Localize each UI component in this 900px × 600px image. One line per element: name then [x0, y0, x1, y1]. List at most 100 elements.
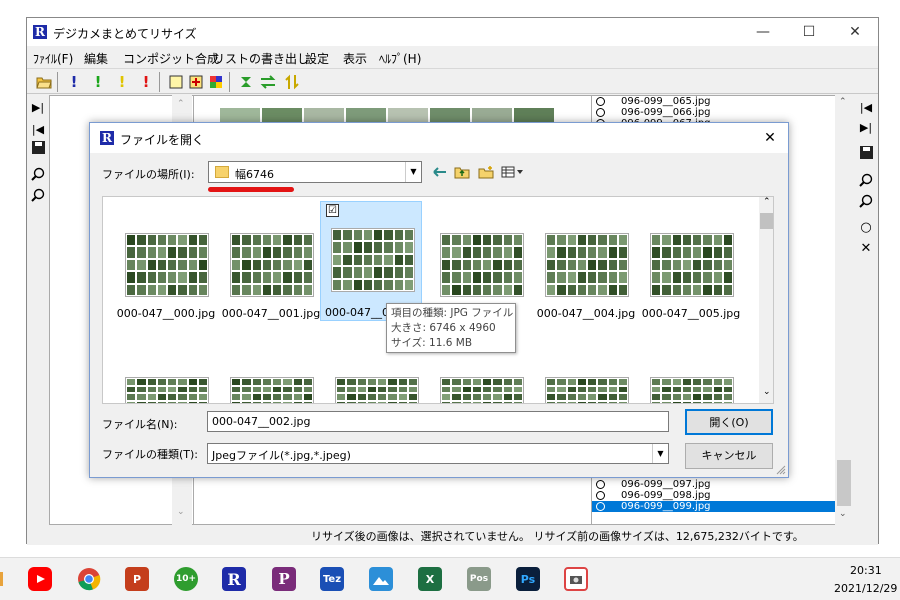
- file-browser-list[interactable]: 000-047__000.jpg 000-047__001.jpg ☑ 000-…: [102, 196, 774, 404]
- zoom-in-icon[interactable]: [857, 171, 875, 189]
- priority-yellow-icon[interactable]: !: [113, 73, 131, 91]
- file-browser-scrollbar[interactable]: ⌃ ⌄: [759, 197, 773, 403]
- up-folder-icon[interactable]: [452, 163, 472, 181]
- file-item[interactable]: 000-047__000.jpg: [115, 205, 217, 323]
- folder-icon: [215, 166, 229, 178]
- photos-icon[interactable]: [369, 567, 393, 591]
- zoom-out-icon[interactable]: [29, 186, 47, 204]
- status-circle-icon: [596, 97, 605, 106]
- priority-red-icon[interactable]: !: [137, 73, 155, 91]
- priority-blue-icon[interactable]: !: [65, 73, 83, 91]
- open-button[interactable]: 開く(O): [685, 409, 773, 435]
- sort-icon[interactable]: [237, 73, 255, 91]
- powerpoint-icon[interactable]: P: [125, 567, 149, 591]
- menu-composite[interactable]: コンポジット合成: [123, 50, 219, 67]
- file-list-scrollbar[interactable]: ⌃ ⌄: [835, 95, 853, 525]
- partial-icon[interactable]: [0, 572, 3, 586]
- file-thumbnail[interactable]: [230, 377, 314, 403]
- list-item[interactable]: 096-099__098.jpg: [592, 490, 836, 501]
- scroll-down-icon[interactable]: ⌄: [763, 387, 771, 397]
- file-thumbnail[interactable]: [440, 377, 524, 403]
- file-thumbnail[interactable]: [650, 377, 734, 403]
- minimize-button[interactable]: —: [740, 18, 786, 46]
- chevron-down-icon[interactable]: ▼: [652, 444, 668, 463]
- menu-export-list[interactable]: リストの書き出し: [213, 50, 309, 67]
- scroll-up-icon[interactable]: ⌃: [763, 197, 771, 207]
- clock-time[interactable]: 20:31: [850, 564, 882, 577]
- tooltip-filesize: サイズ: 11.6 MB: [391, 337, 473, 349]
- look-in-dropdown[interactable]: 幅6746 ▼: [208, 161, 422, 183]
- menu-file[interactable]: ﾌｧｲﾙ(F): [33, 50, 73, 67]
- new-folder-icon[interactable]: [476, 163, 496, 181]
- youtube-icon[interactable]: [28, 567, 52, 591]
- calendar-10plus-icon[interactable]: 10+: [174, 567, 198, 591]
- file-name: 000-047__000.jpg: [116, 307, 216, 320]
- priority-green-icon[interactable]: !: [89, 73, 107, 91]
- scroll-up-icon[interactable]: ⌃: [177, 99, 185, 109]
- tile-icon[interactable]: [207, 73, 225, 91]
- file-item[interactable]: 000-047__001.jpg: [220, 205, 322, 323]
- next-icon[interactable]: ▶|: [29, 98, 47, 116]
- swap-vertical-icon[interactable]: [283, 73, 301, 91]
- list-item[interactable]: 096-099__066.jpg: [592, 107, 836, 118]
- clock-date[interactable]: 2021/12/29: [834, 582, 897, 595]
- cancel-button[interactable]: キャンセル: [685, 443, 773, 469]
- zoom-out-icon[interactable]: [857, 192, 875, 210]
- checkbox-checked-icon[interactable]: ☑: [326, 204, 339, 217]
- menu-settings[interactable]: 設定: [305, 50, 329, 67]
- file-item[interactable]: 000-047__005.jpg: [640, 205, 742, 323]
- open-folder-icon[interactable]: [35, 73, 53, 91]
- view-menu-icon[interactable]: [500, 163, 526, 181]
- chevron-down-icon[interactable]: ▼: [405, 162, 421, 182]
- save-icon[interactable]: [29, 138, 47, 156]
- red-underline-annotation: [208, 187, 294, 192]
- scroll-down-icon[interactable]: ⌄: [177, 507, 185, 517]
- dialog-title: ファイルを開く: [120, 133, 205, 147]
- file-type-select[interactable]: Jpegファイル(*.jpg,*.jpeg) ▼: [207, 443, 669, 464]
- file-thumbnail[interactable]: [545, 377, 629, 403]
- app-logo-icon: R: [100, 131, 114, 145]
- scroll-down-icon[interactable]: ⌄: [839, 509, 847, 519]
- menu-help[interactable]: ﾍﾙﾌﾟ(H): [379, 50, 421, 67]
- grid-add-icon[interactable]: [187, 73, 205, 91]
- file-name-label: ファイル名(N):: [102, 418, 178, 431]
- chrome-icon[interactable]: [77, 567, 101, 591]
- scrollbar-thumb[interactable]: [837, 460, 851, 506]
- list-item[interactable]: 096-099__097.jpg: [592, 479, 836, 490]
- tooltip-dimensions: 大きさ: 6746 x 4960: [391, 322, 496, 334]
- frame-icon[interactable]: [167, 73, 185, 91]
- file-item[interactable]: 000-047__004.jpg: [535, 205, 637, 323]
- cross-mark-icon[interactable]: ✕: [857, 239, 875, 257]
- save-icon[interactable]: [857, 143, 875, 161]
- previous-icon[interactable]: |◀: [857, 98, 875, 116]
- look-in-label: ファイルの場所(I):: [102, 168, 195, 181]
- camera-app-icon[interactable]: [564, 567, 588, 591]
- list-item[interactable]: 096-099__065.jpg: [592, 96, 836, 107]
- previous-icon[interactable]: |◀: [29, 120, 47, 138]
- close-button[interactable]: ✕: [832, 18, 878, 46]
- file-thumbnail[interactable]: [125, 377, 209, 403]
- tez-icon[interactable]: Tez: [320, 567, 344, 591]
- file-thumbnail[interactable]: [335, 377, 419, 403]
- resize-grip-icon[interactable]: [776, 465, 786, 475]
- menu-edit[interactable]: 編集: [84, 50, 108, 67]
- back-arrow-icon[interactable]: [430, 163, 450, 181]
- file-info-tooltip: 項目の種類: JPG ファイル 大きさ: 6746 x 4960 サイズ: 11…: [386, 303, 516, 353]
- file-name-input[interactable]: 000-047__002.jpg: [207, 411, 669, 432]
- scrollbar-thumb[interactable]: [760, 213, 773, 229]
- zoom-in-icon[interactable]: [29, 165, 47, 183]
- scroll-up-icon[interactable]: ⌃: [839, 97, 847, 107]
- resize-app-icon[interactable]: R: [222, 567, 246, 591]
- excel-icon[interactable]: X: [418, 567, 442, 591]
- circle-mark-icon[interactable]: ○: [857, 218, 875, 236]
- maximize-button[interactable]: ☐: [786, 18, 832, 46]
- pos-icon[interactable]: Pos: [467, 567, 491, 591]
- p-app-icon[interactable]: P: [272, 567, 296, 591]
- menu-view[interactable]: 表示: [343, 50, 367, 67]
- photoshop-icon[interactable]: Ps: [516, 567, 540, 591]
- list-item-selected[interactable]: 096-099__099.jpg: [592, 501, 836, 512]
- next-icon[interactable]: ▶|: [857, 118, 875, 136]
- dialog-close-button[interactable]: ✕: [758, 127, 782, 149]
- file-thumbnail: [331, 228, 415, 292]
- swap-horizontal-icon[interactable]: [259, 73, 277, 91]
